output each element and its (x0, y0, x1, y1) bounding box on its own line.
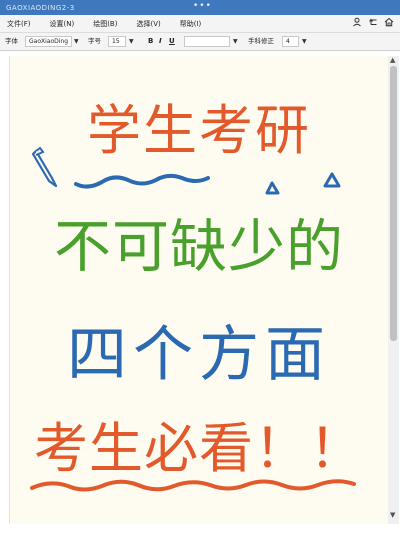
font-dropdown-icon[interactable]: ▼ (74, 36, 79, 47)
font-select[interactable]: GaoXiaoDing (25, 36, 72, 47)
size-dropdown-icon[interactable]: ▼ (129, 36, 134, 47)
triangle-icon (265, 181, 280, 195)
handwriting-label: 手科修正 (248, 37, 274, 45)
menu-select[interactable]: 选择(V) (136, 19, 160, 29)
size-label: 字号 (88, 37, 101, 45)
menu-help[interactable]: 帮助(I) (180, 19, 202, 29)
menu-draw[interactable]: 绘图(B) (93, 19, 117, 29)
font-label: 字体 (5, 37, 18, 45)
size-select[interactable]: 15 (108, 36, 126, 47)
bold-button[interactable]: B (148, 36, 153, 47)
color-dropdown-icon[interactable]: ▼ (233, 36, 238, 47)
blue-wave (74, 173, 210, 189)
italic-button[interactable]: I (159, 36, 162, 47)
scrollbar-thumb[interactable] (390, 66, 397, 341)
user-icon[interactable] (352, 17, 362, 27)
scroll-up-icon[interactable]: ▲ (390, 56, 395, 64)
canvas-line-2: 不可缺少的 (54, 214, 344, 280)
window-menu-dots[interactable]: ••• (193, 1, 212, 11)
format-toolbar: 字体 GaoXiaoDing ▼ 字号 15 ▼ B I U ▼ 手科修正 4 … (0, 33, 400, 51)
canvas-line-1: 学生考研 (87, 99, 311, 162)
handwriting-select[interactable]: 4 (282, 36, 299, 47)
vertical-scrollbar[interactable]: ▲ ▼ (388, 56, 399, 524)
handwriting-dropdown-icon[interactable]: ▼ (302, 36, 307, 47)
color-select[interactable] (184, 36, 230, 47)
menu-file[interactable]: 文件(F) (7, 19, 31, 29)
scroll-down-icon[interactable]: ▼ (390, 511, 395, 519)
home-icon[interactable] (384, 17, 394, 27)
triangle-icon (323, 172, 341, 188)
underline-button[interactable]: U (169, 36, 175, 47)
undo-icon[interactable] (368, 17, 378, 27)
window-title: GAOXIAODING2-3 (6, 3, 75, 12)
menu-settings[interactable]: 设置(N) (50, 19, 75, 29)
drawing-canvas[interactable]: 学生考研 不可缺少的 四个方面 考生必看！！ (9, 56, 388, 524)
canvas-line-3: 四个方面 (67, 320, 331, 390)
menu-bar: 文件(F) 设置(N) 绘图(B) 选择(V) 帮助(I) (0, 15, 400, 33)
title-bar: GAOXIAODING2-3 ••• (0, 0, 400, 15)
canvas-line-4: 考生必看！！ (34, 417, 364, 480)
